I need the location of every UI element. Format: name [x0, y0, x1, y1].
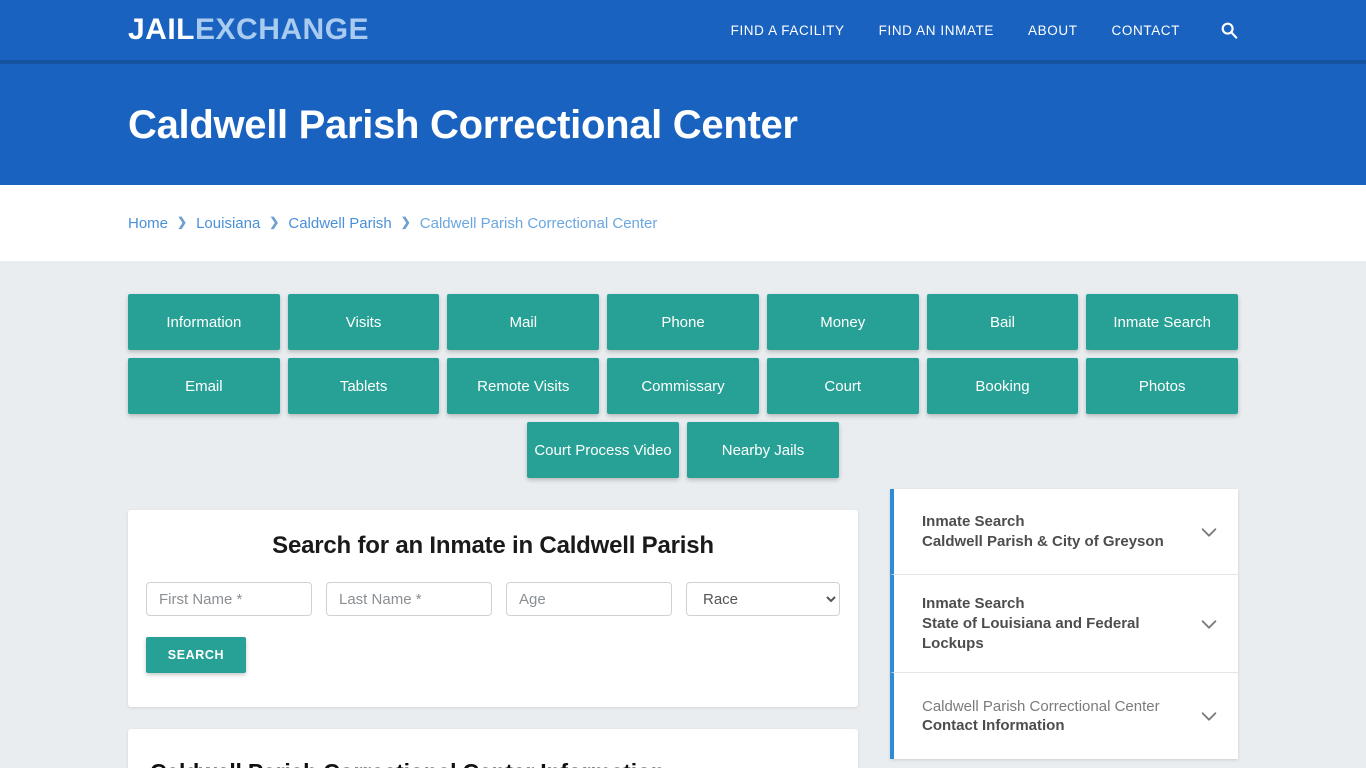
- accordion-item-contact-information[interactable]: Caldwell Parish Correctional Center Cont…: [890, 673, 1238, 760]
- tab-bail[interactable]: Bail: [926, 294, 1079, 350]
- main-navigation: FIND A FACILITY FIND AN INMATE ABOUT CON…: [731, 21, 1238, 39]
- search-icon[interactable]: [1220, 21, 1238, 39]
- breadcrumb-bar: Home ❯ Louisiana ❯ Caldwell Parish ❯ Cal…: [0, 185, 1366, 261]
- tab-tablets[interactable]: Tablets: [287, 358, 440, 414]
- accordion-item-subtitle: Caldwell Parish & City of Greyson: [922, 532, 1164, 550]
- inmate-search-card: Search for an Inmate in Caldwell Parish …: [128, 510, 858, 707]
- facility-information-card: Caldwell Parish Correctional Center Info…: [128, 729, 858, 768]
- tab-visits[interactable]: Visits: [287, 294, 440, 350]
- site-header: JAILEXCHANGE FIND A FACILITY FIND AN INM…: [0, 0, 1366, 64]
- breadcrumb-separator-icon: ❯: [400, 215, 411, 229]
- accordion-item-subtitle: Contact Information: [922, 717, 1065, 735]
- accordion-item-title: Inmate Search: [922, 595, 1025, 612]
- search-button[interactable]: SEARCH: [146, 637, 246, 673]
- main-column: Search for an Inmate in Caldwell Parish …: [128, 510, 858, 768]
- inmate-search-fields: Race: [146, 582, 840, 616]
- tab-court-process-video[interactable]: Court Process Video: [527, 422, 679, 478]
- tab-money[interactable]: Money: [766, 294, 919, 350]
- content-columns: Search for an Inmate in Caldwell Parish …: [128, 489, 1238, 768]
- facility-section-tabs: Information Visits Mail Phone Money Bail…: [128, 294, 1239, 478]
- logo-text-primary: JAIL: [128, 13, 196, 46]
- chevron-down-icon[interactable]: [1198, 613, 1220, 635]
- facility-tabs-row-3: Court Process Video Nearby Jails: [128, 422, 1238, 478]
- tab-email[interactable]: Email: [128, 358, 280, 414]
- nav-item-find-a-facility[interactable]: FIND A FACILITY: [731, 23, 845, 38]
- tab-mail[interactable]: Mail: [447, 294, 600, 350]
- accordion-item-text: Inmate Search State of Louisiana and Fed…: [922, 594, 1186, 653]
- nav-item-about[interactable]: ABOUT: [1028, 23, 1078, 38]
- accordion-item-text: Caldwell Parish Correctional Center Cont…: [922, 697, 1186, 737]
- tab-nearby-jails[interactable]: Nearby Jails: [687, 422, 839, 478]
- breadcrumb: Home ❯ Louisiana ❯ Caldwell Parish ❯ Cal…: [128, 215, 657, 232]
- nav-item-find-an-inmate[interactable]: FIND AN INMATE: [879, 23, 994, 38]
- accordion-item-inmate-search-local[interactable]: Inmate Search Caldwell Parish & City of …: [890, 489, 1238, 575]
- facility-information-heading: Caldwell Parish Correctional Center Info…: [150, 759, 836, 768]
- breadcrumb-separator-icon: ❯: [177, 215, 188, 229]
- breadcrumb-item-home[interactable]: Home: [128, 215, 168, 232]
- inmate-search-title: Search for an Inmate in Caldwell Parish: [272, 532, 714, 559]
- accordion-item-title: Caldwell Parish Correctional Center: [922, 697, 1160, 715]
- chevron-down-icon[interactable]: [1198, 705, 1220, 727]
- tab-booking[interactable]: Booking: [926, 358, 1079, 414]
- tab-court[interactable]: Court: [766, 358, 919, 414]
- chevron-down-icon[interactable]: [1198, 521, 1220, 543]
- breadcrumb-separator-icon: ❯: [269, 215, 280, 229]
- logo-text-secondary: EXCHANGE: [195, 13, 370, 46]
- accordion-item-inmate-search-state[interactable]: Inmate Search State of Louisiana and Fed…: [890, 575, 1238, 674]
- accordion-item-subtitle: State of Louisiana and Federal Lockups: [922, 614, 1140, 652]
- accordion-item-title: Inmate Search: [922, 512, 1025, 530]
- tab-remote-visits[interactable]: Remote Visits: [447, 358, 600, 414]
- nav-item-contact[interactable]: CONTACT: [1112, 23, 1180, 38]
- tab-inmate-search[interactable]: Inmate Search: [1086, 294, 1239, 350]
- site-logo[interactable]: JAILEXCHANGE: [128, 15, 369, 45]
- race-select[interactable]: Race: [686, 582, 840, 616]
- tab-photos[interactable]: Photos: [1086, 358, 1239, 414]
- page-hero: Caldwell Parish Correctional Center: [0, 64, 1366, 185]
- tab-information[interactable]: Information: [128, 294, 280, 350]
- tab-phone[interactable]: Phone: [607, 294, 759, 350]
- page-title: Caldwell Parish Correctional Center: [128, 102, 798, 147]
- age-input[interactable]: [506, 582, 672, 616]
- sidebar-accordion: Inmate Search Caldwell Parish & City of …: [890, 489, 1238, 760]
- breadcrumb-item-caldwell-parish[interactable]: Caldwell Parish: [288, 215, 391, 232]
- sidebar-column: Inmate Search Caldwell Parish & City of …: [890, 489, 1238, 760]
- facility-tabs-row-1: Information Visits Mail Phone Money Bail…: [128, 294, 1239, 350]
- last-name-input[interactable]: [326, 582, 492, 616]
- facility-tabs-row-2: Email Tablets Remote Visits Commissary C…: [128, 358, 1239, 414]
- breadcrumb-item-louisiana[interactable]: Louisiana: [196, 215, 260, 232]
- accordion-item-text: Inmate Search Caldwell Parish & City of …: [922, 512, 1186, 552]
- tab-commissary[interactable]: Commissary: [607, 358, 759, 414]
- page-body: Information Visits Mail Phone Money Bail…: [0, 261, 1366, 768]
- first-name-input[interactable]: [146, 582, 312, 616]
- breadcrumb-item-current: Caldwell Parish Correctional Center: [419, 214, 658, 232]
